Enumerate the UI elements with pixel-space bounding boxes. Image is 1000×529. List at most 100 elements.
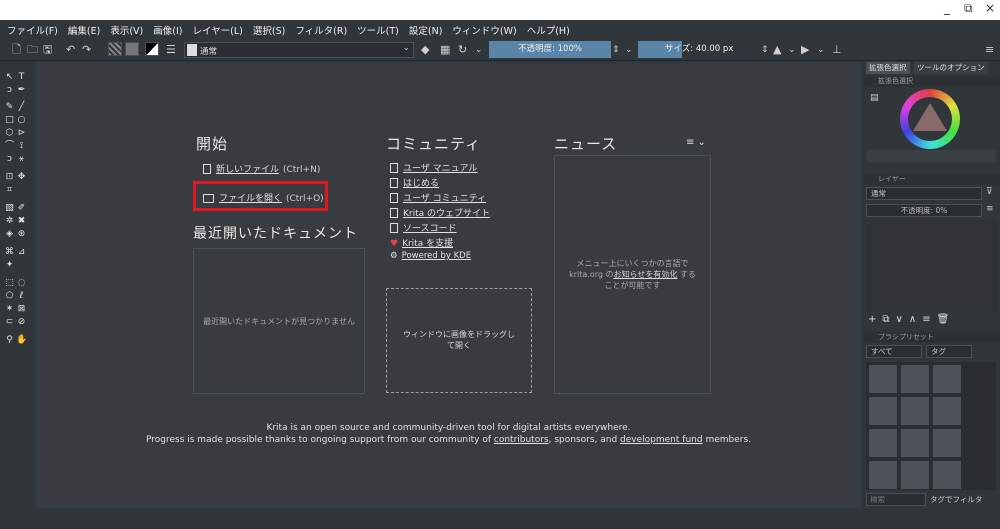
brush-preset[interactable] <box>900 428 930 458</box>
colorize-mask-icon[interactable]: ✲ <box>4 216 15 227</box>
close-button[interactable]: × <box>985 1 995 15</box>
polygon-tool-icon[interactable]: ⬡ <box>4 128 15 139</box>
menu-file[interactable]: ファイル(F) <box>2 23 63 37</box>
brush-preset[interactable] <box>932 428 962 458</box>
restore-button[interactable]: ⧉ <box>964 1 973 16</box>
menu-edit[interactable]: 編集(E) <box>63 23 105 37</box>
move-down-icon[interactable]: ∨ <box>896 314 909 325</box>
layer-list[interactable] <box>866 220 998 312</box>
brush-tag-select[interactable]: タグ <box>926 345 972 358</box>
ellipse-select-icon[interactable]: ◌ <box>16 278 27 289</box>
menu-window[interactable]: ウィンドウ(W) <box>447 23 521 37</box>
menu-image[interactable]: 画像(I) <box>148 23 187 37</box>
duplicate-layer-icon[interactable]: ⧉ <box>882 314 895 325</box>
similar-select-icon[interactable]: ⊠ <box>16 304 27 315</box>
opacity-spin-icon[interactable]: ⇕ <box>612 42 620 58</box>
brush-preset[interactable] <box>868 460 898 490</box>
menu-view[interactable]: 表示(V) <box>105 23 148 37</box>
toolbar-menu-icon[interactable]: ≡ <box>985 42 994 58</box>
color-history-bar[interactable] <box>866 150 996 162</box>
rectangle-tool-icon[interactable]: □ <box>4 115 15 126</box>
pan-tool-icon[interactable]: ✋ <box>16 335 27 346</box>
menu-tools[interactable]: ツール(T) <box>352 23 404 37</box>
mirror-vertical-icon[interactable]: ▶ <box>801 42 809 58</box>
development-fund-link[interactable]: development fund <box>620 435 703 445</box>
brush-preset[interactable] <box>932 396 962 426</box>
user-community-link[interactable]: ユーザ コミュニティ <box>390 191 486 204</box>
color-settings-icon[interactable]: ▤ <box>870 93 879 103</box>
transform-tool-icon[interactable]: ⊡ <box>4 172 15 183</box>
layer-menu-icon[interactable]: ≡ <box>986 204 994 214</box>
assistant-tool-icon[interactable]: ⌘ <box>4 247 15 258</box>
preserve-alpha-icon[interactable]: ▦ <box>440 42 450 58</box>
menu-filter[interactable]: フィルタ(R) <box>290 23 352 37</box>
edit-shapes-icon[interactable]: ↄ <box>4 85 15 96</box>
enable-news-link[interactable]: お知らせを有効化 <box>614 270 678 279</box>
contributors-link[interactable]: contributors <box>494 435 549 445</box>
powered-by-kde-link[interactable]: ⚙ Powered by KDE <box>390 251 471 261</box>
gradient-tool-icon[interactable]: ▧ <box>4 203 15 214</box>
tab-color-selector[interactable]: 拡張色選択 <box>866 62 910 74</box>
calligraphy-icon[interactable]: ✒ <box>16 85 27 96</box>
brush-preset[interactable] <box>900 396 930 426</box>
gradient-selector-icon[interactable] <box>108 42 122 56</box>
reference-tool-icon[interactable]: ✦ <box>4 260 15 271</box>
menu-layer[interactable]: レイヤー(L) <box>187 23 247 37</box>
move-up-icon[interactable]: ∧ <box>909 314 922 325</box>
news-menu-icon[interactable]: ≡ ⌄ <box>686 137 706 148</box>
freehand-select-icon[interactable]: ℓ <box>16 291 27 302</box>
contiguous-select-icon[interactable]: ✶ <box>4 304 15 315</box>
brush-preset[interactable] <box>868 428 898 458</box>
layer-opacity-slider[interactable]: 不透明度: 0% <box>866 204 982 217</box>
menu-settings[interactable]: 設定(N) <box>404 23 448 37</box>
polygon-select-icon[interactable]: ⬠ <box>4 291 15 302</box>
line-tool-icon[interactable]: ╱ <box>16 102 27 113</box>
blend-mode-select[interactable]: 通常 ⌄ <box>184 42 414 58</box>
freehand-path-icon[interactable]: ⟟ <box>16 141 27 152</box>
undo-icon[interactable]: ↶ <box>66 42 75 58</box>
color-wheel[interactable] <box>900 89 960 149</box>
bezier-select-icon[interactable]: ⊂ <box>4 317 15 328</box>
tab-tool-options[interactable]: ツールのオプション <box>914 62 988 74</box>
new-document-icon[interactable]: 🗋 <box>12 42 21 58</box>
brush-preset[interactable] <box>868 364 898 394</box>
measure-tool-icon[interactable]: ⊿ <box>16 247 27 258</box>
krita-website-link[interactable]: Krita のウェブサイト <box>390 206 490 219</box>
opacity-slider[interactable]: 不透明度: 100% <box>489 41 611 58</box>
minimize-button[interactable]: _ <box>944 1 950 15</box>
layer-blend-select[interactable]: 通常 <box>866 187 982 200</box>
brush-settings-icon[interactable]: ☰ <box>166 42 176 58</box>
brush-preset[interactable] <box>932 460 962 490</box>
layer-filter-icon[interactable]: ⊽ <box>986 187 993 197</box>
bezier-tool-icon[interactable]: ⌒ <box>4 141 15 152</box>
zoom-tool-icon[interactable]: ⚲ <box>4 335 15 346</box>
open-document-icon[interactable]: 🗀 <box>27 42 38 58</box>
smart-patch-icon[interactable]: ✖ <box>16 216 27 227</box>
move-tool-icon[interactable]: ✥ <box>16 172 27 183</box>
redo-icon[interactable]: ↷ <box>82 42 91 58</box>
support-krita-link[interactable]: ♥ Krita を支援 <box>390 236 453 249</box>
fill-tool-icon[interactable]: ◈ <box>4 229 15 240</box>
brush-preset[interactable] <box>868 396 898 426</box>
select-shapes-icon[interactable]: ↖ <box>4 72 15 83</box>
add-layer-icon[interactable]: + <box>868 314 882 325</box>
text-tool-icon[interactable]: T <box>16 72 27 83</box>
eraser-icon[interactable]: ◆ <box>421 42 429 58</box>
new-file-link[interactable]: 新しいファイル (Ctrl+N) <box>203 162 320 175</box>
polyline-tool-icon[interactable]: ⊳ <box>16 128 27 139</box>
user-manual-link[interactable]: ユーザ マニュアル <box>390 161 477 174</box>
size-spin-icon[interactable]: ⇕ <box>761 42 769 58</box>
source-code-link[interactable]: ソースコード <box>390 221 457 234</box>
brush-filter-select[interactable]: すべて <box>866 345 922 358</box>
ellipse-tool-icon[interactable]: ○ <box>16 115 27 126</box>
brush-preset[interactable] <box>900 460 930 490</box>
menu-select[interactable]: 選択(S) <box>248 23 290 37</box>
color-triangle[interactable] <box>913 103 947 131</box>
size-slider[interactable]: サイズ: 40.00 px <box>665 41 760 58</box>
crop-tool-icon[interactable]: ⌗ <box>4 185 15 196</box>
rect-select-icon[interactable]: ⬚ <box>4 278 15 289</box>
brush-search-input[interactable] <box>866 493 926 506</box>
wrap-around-icon[interactable]: ⊥ <box>832 42 842 58</box>
multibrush-icon[interactable]: ⚹ <box>16 154 27 165</box>
recent-documents-list[interactable]: 最近開いたドキュメントが見つかりません <box>193 248 365 394</box>
